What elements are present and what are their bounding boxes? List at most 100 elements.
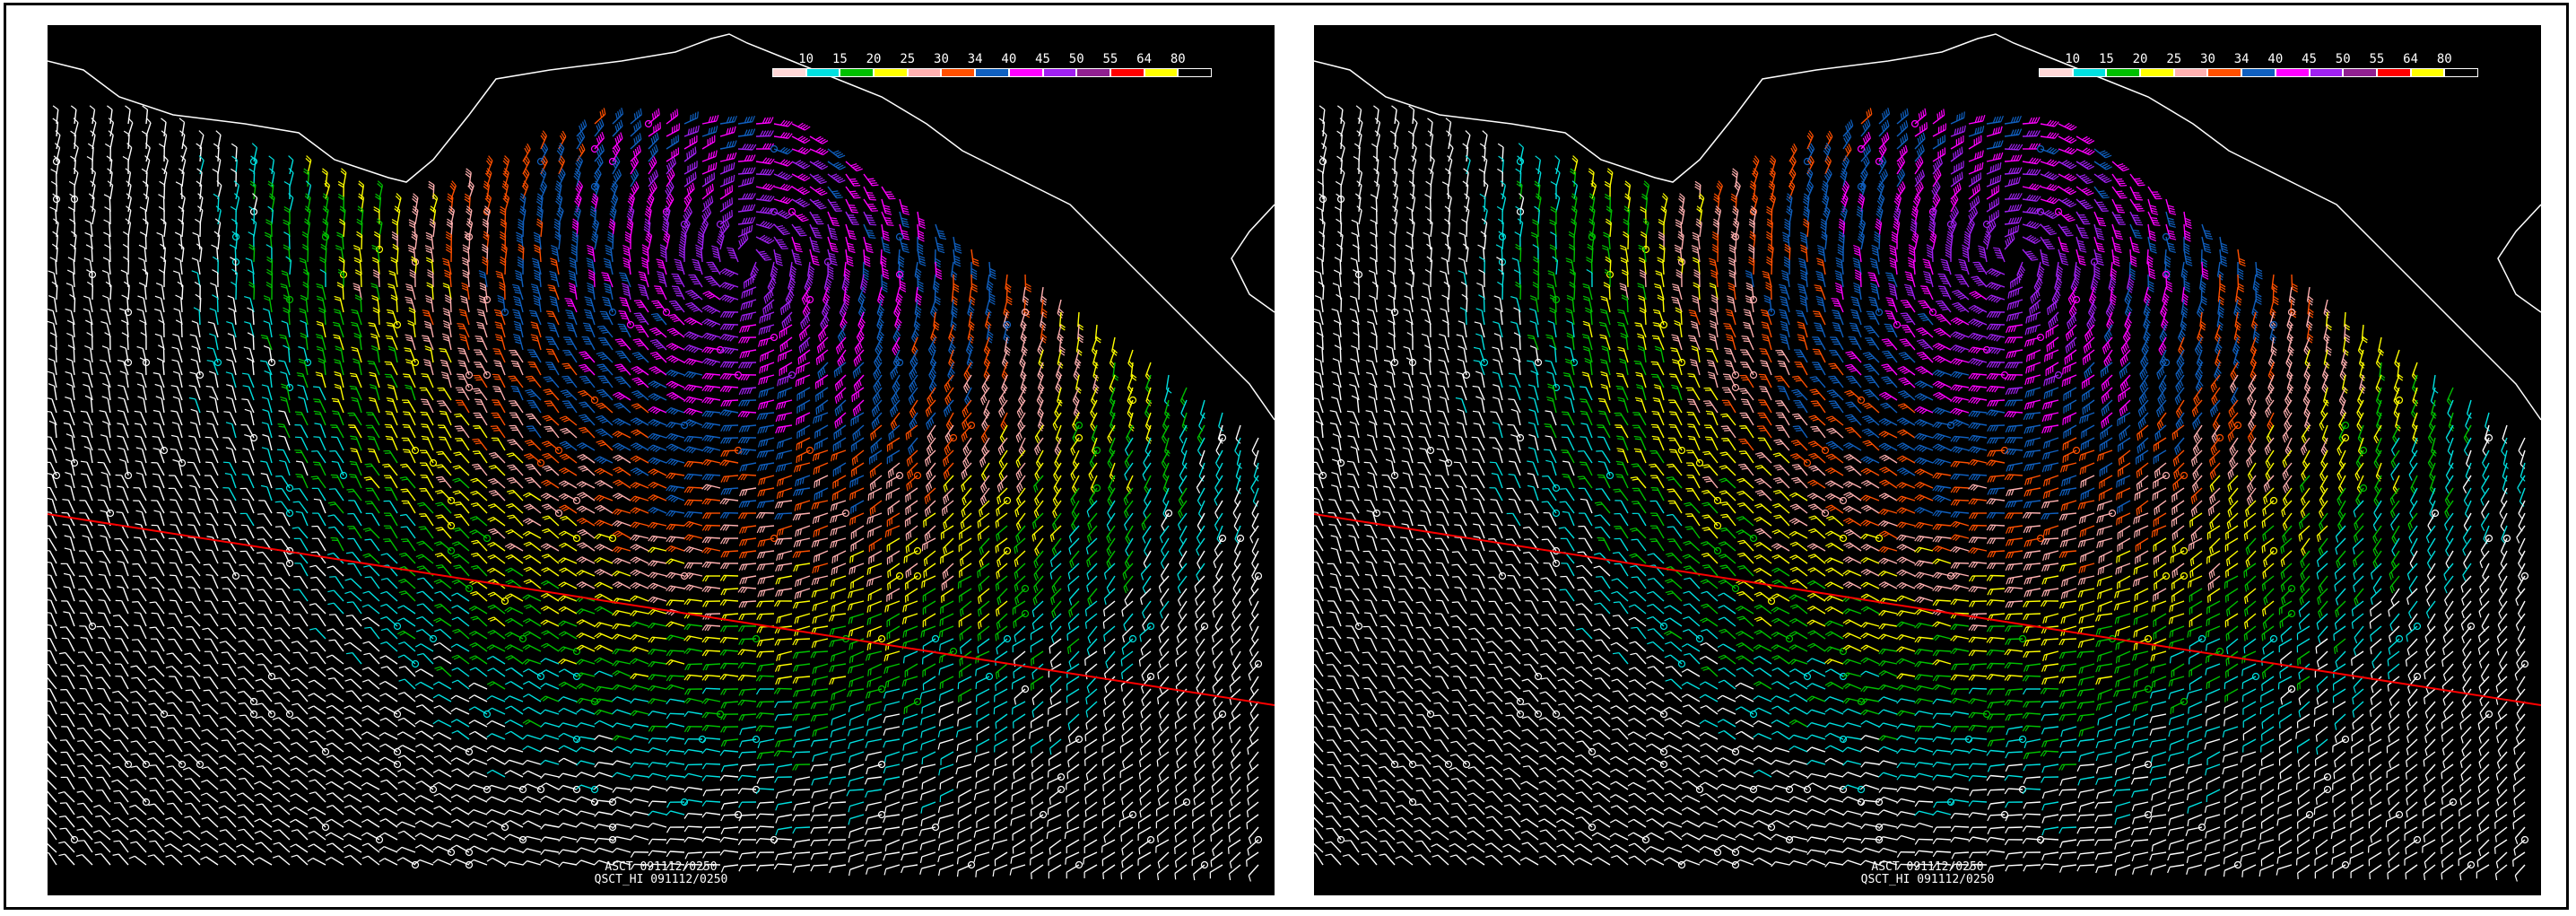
wind-barb	[95, 816, 110, 827]
wind-barb	[379, 847, 397, 852]
wind-barb	[470, 592, 487, 602]
wind-barb	[996, 714, 1007, 728]
wind-barb	[487, 770, 505, 777]
wind-barb	[559, 798, 577, 803]
wind-barb	[159, 144, 164, 161]
wind-barb	[1984, 210, 1999, 227]
wind-barb	[831, 714, 846, 726]
wind-barb	[509, 413, 523, 425]
wind-barb	[48, 842, 57, 852]
wind-barb	[720, 153, 736, 161]
wind-barb	[738, 775, 756, 781]
wind-barb	[703, 576, 721, 581]
wind-barb	[239, 615, 254, 626]
wind-barb	[239, 628, 254, 639]
wind-barb	[595, 658, 613, 664]
wind-barb	[631, 699, 648, 703]
wind-barb	[757, 563, 774, 571]
legend-swatch	[1178, 68, 1212, 77]
wind-barb	[2006, 337, 2023, 344]
wind-barb	[938, 727, 953, 737]
wind-barb	[161, 219, 166, 237]
wind-barb	[921, 739, 936, 750]
wind-barb	[684, 111, 698, 124]
wind-barb	[1353, 282, 1359, 300]
wind-barb	[276, 589, 291, 602]
wind-barb	[487, 682, 505, 689]
wind-barb	[523, 144, 530, 161]
wind-barb	[721, 448, 742, 457]
wind-barb	[453, 466, 469, 475]
wind-barb	[1215, 664, 1223, 682]
wind-barb	[811, 815, 828, 821]
wind-barb	[81, 461, 92, 475]
wind-barb	[61, 764, 74, 777]
legend-swatch	[1110, 68, 1144, 77]
wind-barb	[170, 525, 183, 538]
wind-barb	[577, 772, 595, 777]
wind-barb	[256, 729, 272, 739]
wind-barb	[351, 449, 362, 463]
wind-barb	[938, 802, 953, 813]
wind-barb	[298, 397, 308, 413]
wind-barb	[562, 401, 577, 413]
wind-barb	[425, 296, 433, 313]
wind-barb	[131, 677, 146, 689]
wind-barb	[523, 531, 541, 538]
wind-barb	[170, 549, 182, 563]
wind-barb	[1587, 270, 1592, 288]
wind-barb	[219, 806, 236, 815]
wind-barb	[923, 664, 936, 677]
wind-barb	[810, 148, 828, 155]
wind-barb	[776, 563, 792, 571]
wind-barb	[96, 790, 110, 802]
wind-barb	[739, 362, 756, 368]
wind-barb	[1669, 424, 1682, 438]
wind-barb	[523, 821, 541, 827]
wind-barb	[362, 605, 379, 614]
wind-barb	[170, 575, 182, 589]
wind-barb	[776, 676, 792, 685]
wind-barb	[384, 526, 397, 538]
wind-barb	[2379, 337, 2384, 355]
wind-barb	[201, 793, 218, 802]
wind-barb	[383, 451, 397, 464]
wind-barb	[702, 650, 720, 656]
wind-barb	[685, 689, 702, 694]
wind-barb	[541, 684, 559, 689]
wind-barb	[1933, 371, 1951, 377]
wind-barb	[505, 607, 523, 614]
wind-barb	[1127, 425, 1133, 443]
wind-barb	[559, 837, 577, 842]
wind-barb	[959, 576, 972, 589]
wind-barb	[421, 413, 433, 426]
wind-barb	[938, 739, 953, 750]
wind-barb	[613, 624, 631, 629]
wind-barb	[738, 225, 753, 237]
wind-barb	[777, 526, 792, 537]
wind-barb	[273, 768, 290, 777]
wind-barb	[720, 295, 738, 302]
wind-barb	[758, 425, 774, 433]
wind-barb	[289, 169, 293, 187]
wind-barb	[262, 448, 272, 463]
wind-barb	[1888, 284, 1897, 300]
wind-barb	[228, 334, 236, 350]
wind-barb	[1810, 426, 1825, 438]
wind-barb	[452, 629, 469, 639]
wind-barb	[84, 258, 96, 278]
wind-barb	[132, 602, 146, 614]
wind-barb	[702, 306, 720, 314]
wind-barb	[2166, 199, 2176, 214]
wind-barb	[1031, 812, 1047, 829]
wind-barb	[1319, 118, 1325, 136]
wind-barb	[1651, 424, 1664, 438]
wind-barb	[328, 515, 344, 526]
wind-barb	[883, 815, 900, 823]
wind-barb	[65, 309, 74, 325]
wind-barb	[188, 588, 201, 601]
wind-barb	[1951, 147, 1962, 161]
wind-barb	[559, 481, 577, 488]
wind-barb	[136, 448, 146, 463]
wind-barb	[421, 399, 433, 413]
